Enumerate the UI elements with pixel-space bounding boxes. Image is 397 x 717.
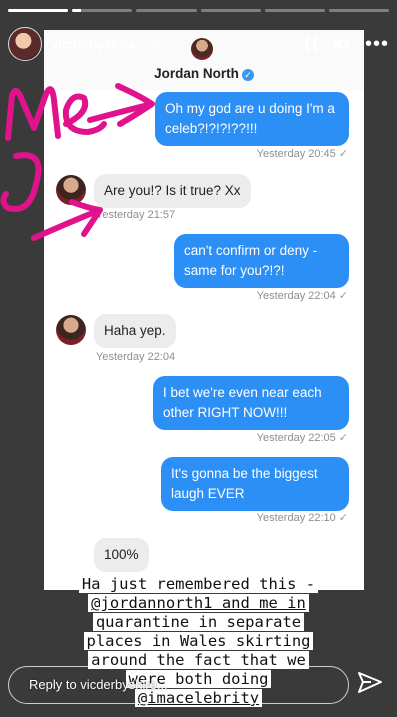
story-header: vicderbyshire 18h ••• bbox=[8, 26, 389, 62]
me-annotation bbox=[5, 86, 61, 141]
reply-placeholder: Reply to vicderbyshire... bbox=[29, 677, 168, 692]
avatar[interactable] bbox=[8, 27, 42, 61]
mute-icon[interactable] bbox=[331, 35, 351, 53]
me-arrow-icon bbox=[87, 83, 155, 127]
send-icon[interactable] bbox=[357, 670, 383, 696]
story-username[interactable]: vicderbyshire bbox=[51, 37, 136, 52]
pause-icon[interactable] bbox=[304, 37, 317, 51]
reply-input[interactable]: Reply to vicderbyshire... bbox=[8, 666, 349, 704]
handwritten-annotations: Me J bbox=[0, 83, 155, 241]
j-arrow-icon bbox=[31, 199, 103, 241]
more-icon[interactable]: ••• bbox=[365, 34, 389, 54]
story-time: 18h bbox=[143, 36, 166, 52]
j-annotation bbox=[0, 152, 42, 212]
